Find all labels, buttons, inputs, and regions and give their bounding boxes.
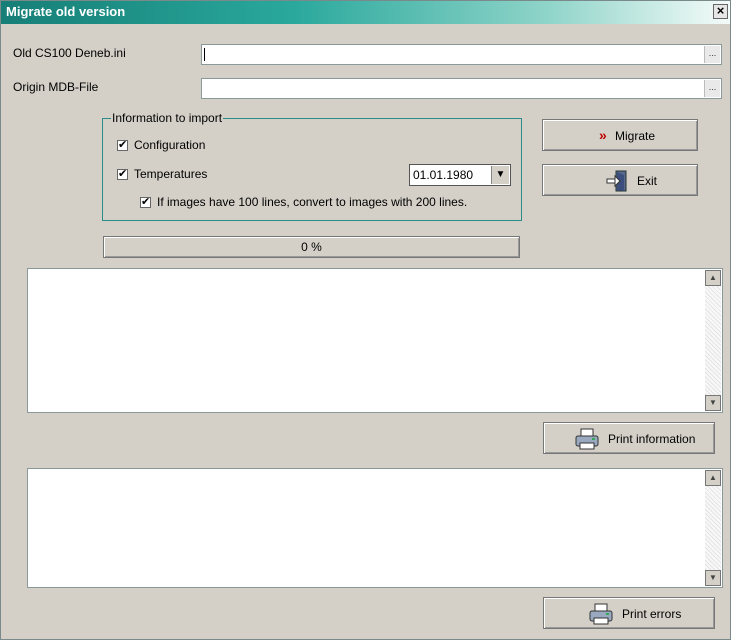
printer-icon — [574, 427, 600, 454]
temperatures-label: Temperatures — [134, 167, 208, 181]
scroll-down-icon[interactable]: ▼ — [705, 570, 721, 586]
errors-memo[interactable]: ▲ ▼ — [27, 468, 723, 588]
origin-mdb-browse-button[interactable]: ... — [704, 80, 720, 97]
exit-door-icon — [605, 169, 631, 196]
title-bar[interactable]: Migrate old version × — [1, 1, 730, 24]
information-scrollbar[interactable]: ▲ ▼ — [705, 270, 721, 411]
progress-text: 0 % — [301, 240, 322, 254]
convert-images-label: If images have 100 lines, convert to ima… — [157, 195, 468, 209]
exit-button-label: Exit — [637, 174, 658, 188]
migrate-window: Migrate old version × Old CS100 Deneb.in… — [0, 0, 731, 640]
date-dropdown-arrow-icon[interactable]: ▼ — [491, 166, 509, 184]
configuration-label: Configuration — [134, 138, 206, 152]
migrate-button[interactable]: » Migrate — [542, 119, 698, 151]
import-group-title: Information to import — [111, 111, 224, 125]
date-value: 01.01.1980 — [413, 168, 474, 182]
temperatures-date-picker[interactable]: 01.01.1980 ▼ — [409, 164, 511, 186]
temperatures-checkbox[interactable]: ✔ — [117, 169, 128, 180]
migrate-button-label: Migrate — [615, 129, 656, 143]
information-memo[interactable]: ▲ ▼ — [27, 268, 723, 413]
origin-mdb-field[interactable]: ... — [201, 78, 722, 99]
old-ini-field[interactable]: ... — [201, 44, 722, 65]
origin-mdb-input[interactable] — [202, 79, 705, 98]
old-ini-browse-button[interactable]: ... — [704, 46, 720, 63]
old-ini-input[interactable] — [202, 45, 705, 64]
old-ini-label: Old CS100 Deneb.ini — [13, 46, 126, 60]
errors-scrollbar[interactable]: ▲ ▼ — [705, 470, 721, 586]
window-title: Migrate old version — [6, 4, 126, 19]
exit-button[interactable]: Exit — [542, 164, 698, 196]
print-information-button[interactable]: Print information — [543, 422, 715, 454]
origin-mdb-label: Origin MDB-File — [13, 80, 99, 94]
print-information-label: Print information — [608, 432, 696, 446]
migration-progress-bar: 0 % — [103, 236, 520, 258]
close-button[interactable]: × — [713, 4, 728, 19]
text-cursor — [204, 48, 205, 61]
scroll-up-icon[interactable]: ▲ — [705, 270, 721, 286]
configuration-checkbox[interactable]: ✔ — [117, 140, 128, 151]
double-chevron-right-icon: » — [599, 127, 607, 143]
scroll-up-icon[interactable]: ▲ — [705, 470, 721, 486]
print-errors-label: Print errors — [622, 607, 682, 621]
print-errors-button[interactable]: Print errors — [543, 597, 715, 629]
import-groupbox: Information to import ✔ Configuration ✔ … — [102, 111, 522, 221]
convert-images-checkbox[interactable]: ✔ — [140, 197, 151, 208]
scroll-down-icon[interactable]: ▼ — [705, 395, 721, 411]
printer-icon — [588, 602, 614, 629]
